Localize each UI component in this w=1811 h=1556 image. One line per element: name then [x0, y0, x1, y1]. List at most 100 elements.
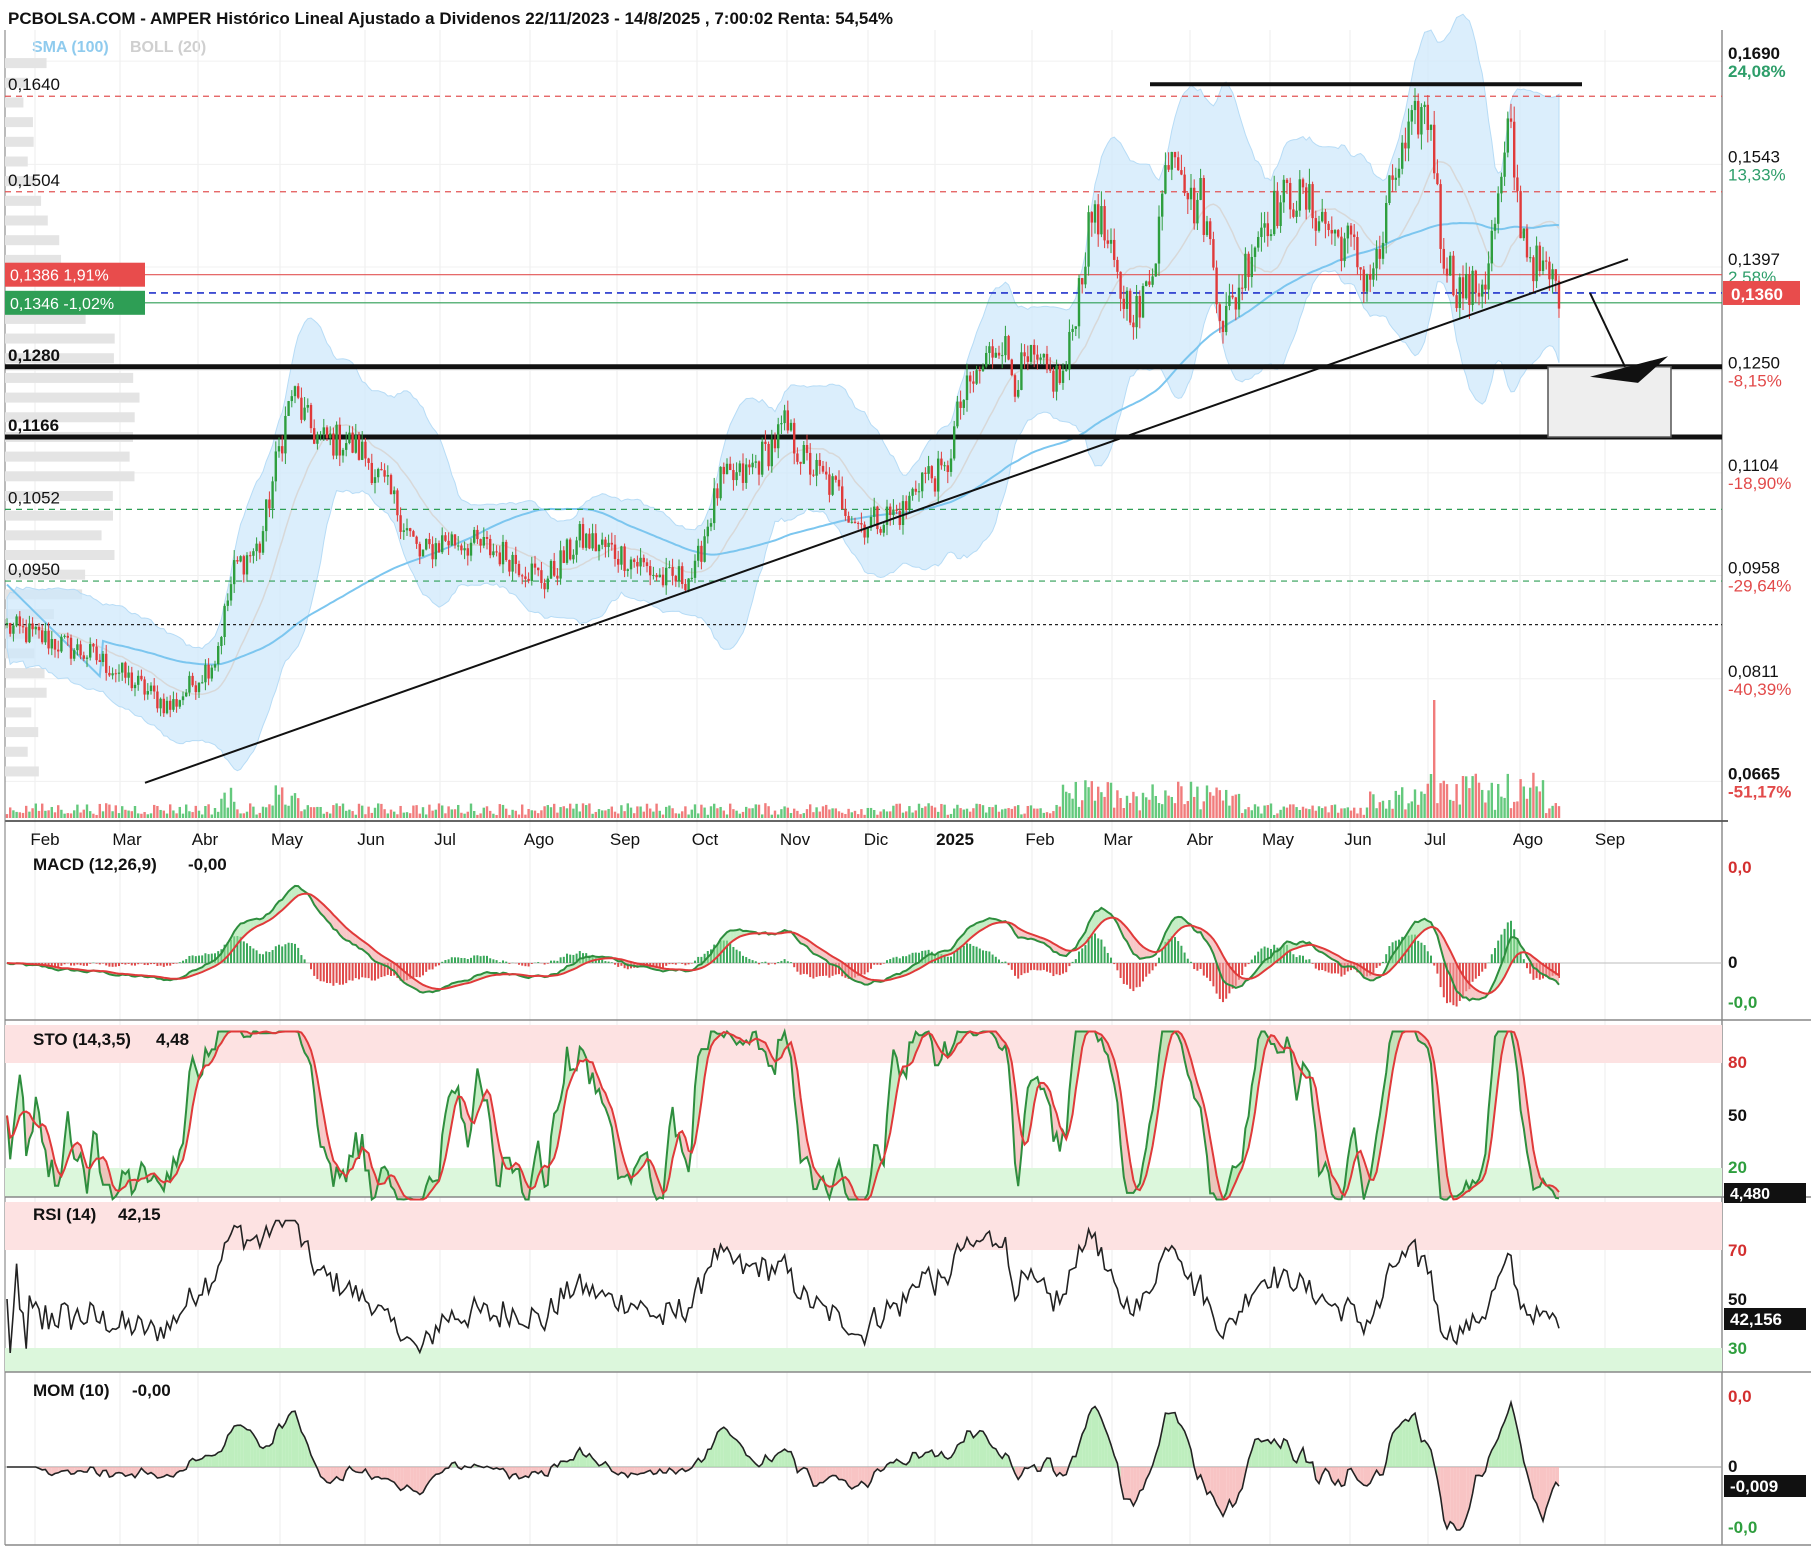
volume-bar — [1145, 797, 1148, 818]
volume-bar — [1026, 805, 1029, 818]
volume-bar — [1337, 812, 1340, 818]
volume-bar — [1426, 783, 1429, 818]
candle — [959, 401, 962, 408]
macd-histogram-bar — [303, 959, 306, 963]
macd-histogram-bar — [1113, 963, 1116, 965]
macd-histogram-bar — [1036, 963, 1039, 971]
volume-bar — [412, 805, 415, 818]
volume-bar — [460, 812, 463, 818]
macd-histogram-bar — [1206, 963, 1208, 978]
mom-fill — [1261, 1440, 1265, 1467]
candle — [450, 534, 453, 546]
volume-bar — [706, 814, 709, 818]
macd-histogram-bar — [1250, 959, 1253, 963]
volume-bar — [236, 809, 239, 818]
candle — [661, 574, 665, 586]
volume-bar — [946, 814, 949, 818]
candle — [857, 522, 860, 524]
macd-histogram-bar — [1193, 963, 1196, 970]
candle — [1010, 359, 1013, 376]
volume-bar — [431, 810, 434, 818]
macd-histogram-bar — [60, 963, 63, 966]
volume-bar — [1170, 796, 1173, 818]
mom-fill — [1216, 1467, 1220, 1511]
macd-histogram-bar — [681, 963, 684, 964]
mom-fill — [1219, 1467, 1223, 1517]
candle — [655, 574, 658, 578]
candle — [370, 462, 373, 484]
macd-histogram-bar — [198, 955, 200, 963]
candle — [98, 660, 101, 663]
macd-histogram-bar — [1106, 952, 1109, 963]
volume-bar — [1381, 800, 1385, 818]
mom-fill — [413, 1467, 417, 1492]
candle — [495, 551, 498, 553]
candle — [15, 616, 18, 626]
candle — [361, 441, 364, 460]
candle — [479, 539, 482, 546]
volume-bar — [1093, 800, 1097, 818]
macd-histogram-bar — [527, 963, 530, 967]
candle — [946, 465, 949, 472]
volume-bar — [1218, 790, 1221, 818]
macd-histogram-bar — [1426, 951, 1429, 963]
volume-bar — [1039, 808, 1042, 818]
macd-histogram-bar — [898, 958, 901, 963]
mom-fill — [1168, 1413, 1172, 1467]
mom-fill — [1341, 1467, 1345, 1487]
candle — [879, 529, 882, 533]
macd-histogram-bar — [1126, 963, 1128, 985]
macd-histogram-bar — [1481, 963, 1484, 972]
candle — [1183, 174, 1186, 194]
macd-histogram-bar — [1375, 963, 1378, 968]
macd-histogram-bar — [1327, 963, 1330, 973]
volume-bar — [325, 811, 329, 818]
mom-fill — [1139, 1467, 1143, 1491]
candle — [889, 506, 892, 516]
macd-histogram-bar — [140, 963, 143, 964]
volume-bar — [473, 810, 476, 818]
macd-histogram-bar — [1071, 961, 1074, 963]
candle — [1045, 353, 1049, 370]
level-label: 0,0950 — [8, 560, 60, 579]
month-label: Sep — [610, 830, 640, 849]
sto-tick: 20 — [1728, 1158, 1747, 1177]
candle — [927, 466, 930, 474]
mom-fill — [1258, 1438, 1262, 1467]
volume-bar — [1273, 814, 1276, 818]
volume-bar — [1125, 795, 1129, 818]
mom-fill — [720, 1427, 724, 1467]
candle — [809, 452, 812, 475]
candle — [1234, 297, 1237, 310]
candle — [713, 488, 716, 524]
mom-fill — [1411, 1413, 1415, 1467]
volume-bar — [562, 806, 565, 818]
macd-histogram-bar — [601, 959, 604, 963]
macd-histogram-bar — [1129, 963, 1132, 989]
candle — [540, 570, 543, 583]
candle — [754, 461, 757, 463]
candle — [1285, 179, 1289, 183]
macd-histogram-bar — [745, 957, 748, 963]
candle — [1506, 118, 1509, 153]
candle — [933, 478, 937, 492]
volume-bar — [930, 805, 933, 818]
volume-bar — [1097, 786, 1100, 818]
volume-bar — [290, 795, 293, 818]
candle — [1417, 100, 1420, 135]
candle — [1161, 193, 1164, 217]
candle — [1365, 274, 1369, 292]
macd-histogram-bar — [770, 963, 773, 964]
volume-bar — [1455, 784, 1458, 818]
volume-bar — [786, 807, 789, 818]
candle — [1276, 190, 1279, 227]
mom-fill — [243, 1427, 247, 1467]
candle — [431, 544, 434, 560]
candle — [175, 699, 178, 707]
macd-histogram-bar — [815, 963, 818, 977]
volume-bar — [1308, 809, 1311, 818]
macd-histogram-bar — [908, 954, 911, 963]
candle — [620, 546, 623, 565]
volume-bar — [303, 809, 306, 818]
macd-histogram-bar — [828, 963, 831, 978]
